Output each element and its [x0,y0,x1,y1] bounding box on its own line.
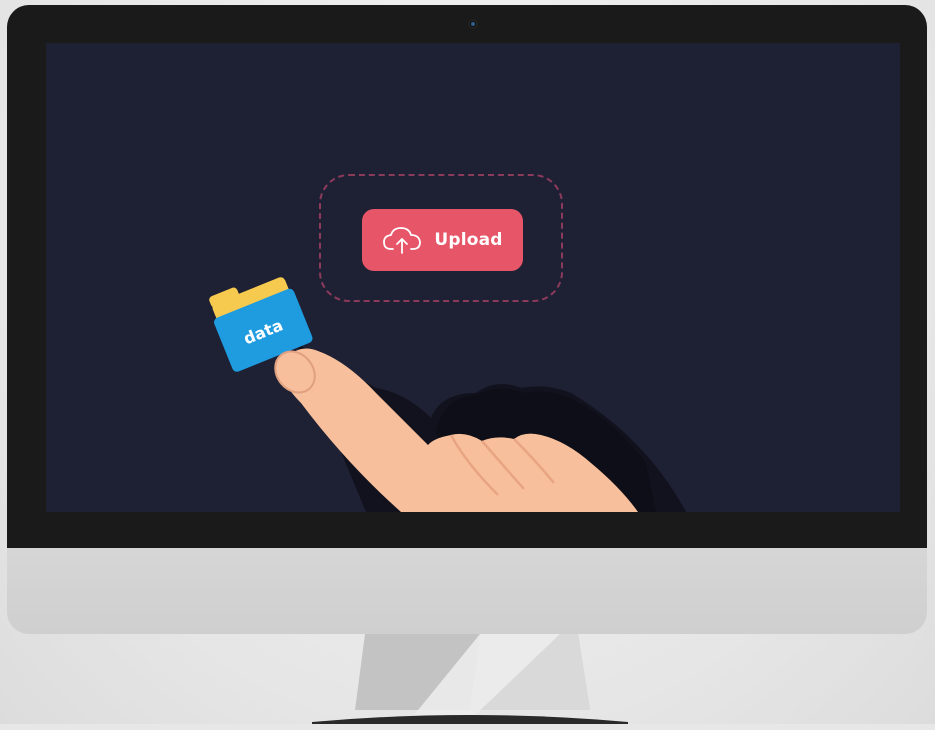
upload-button[interactable]: Upload [362,209,523,271]
cloud-upload-icon [383,227,422,254]
upload-button-label: Upload [434,230,503,250]
monitor-chin [7,548,927,634]
screen: data Upload [46,43,900,512]
stage: data Upload [0,0,935,730]
webcam [468,19,478,29]
